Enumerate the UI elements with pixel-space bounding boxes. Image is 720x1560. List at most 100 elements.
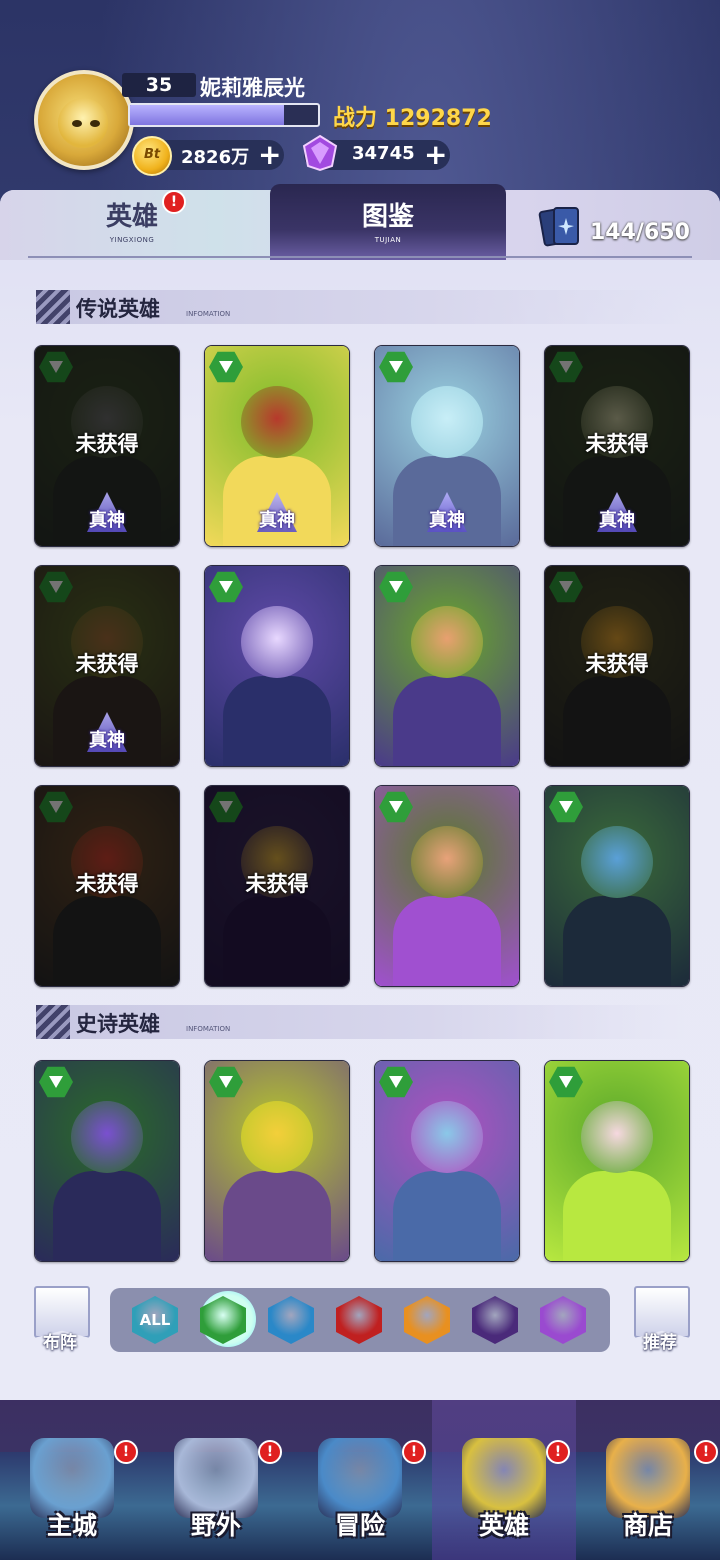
legendary-hero-card[interactable] bbox=[374, 565, 520, 767]
add-gold-button[interactable]: + bbox=[258, 138, 281, 171]
rank-label: 真神 bbox=[599, 510, 635, 531]
hero-body bbox=[563, 1171, 671, 1261]
nav-item-wild[interactable]: 野外! bbox=[144, 1400, 288, 1560]
hero-head bbox=[71, 1101, 143, 1173]
hero-head bbox=[581, 1101, 653, 1173]
gem-icon bbox=[302, 134, 338, 172]
section-epic: 史诗英雄 INFOMATION bbox=[36, 1005, 686, 1039]
gold-coin-icon: Bt bbox=[132, 136, 172, 176]
locked-status-label: 未获得 bbox=[585, 432, 649, 456]
nav-alert-badge: ! bbox=[546, 1440, 570, 1464]
legendary-hero-card[interactable]: 未获得 真神 bbox=[34, 565, 180, 767]
legendary-hero-card[interactable]: 真神 bbox=[204, 345, 350, 547]
tab-collection-sub: TUJIAN bbox=[374, 236, 402, 244]
locked-status-label: 未获得 bbox=[75, 872, 139, 896]
tab-row: 英雄 YINGXIONG ! 图鉴 TUJIAN 144/650 bbox=[0, 184, 720, 260]
combat-power: 战力 1292872 bbox=[333, 106, 492, 131]
hero-body bbox=[393, 1171, 501, 1261]
hero-head bbox=[411, 606, 483, 678]
recommend-label: 推荐 bbox=[643, 1333, 677, 1353]
gold-resource: Bt 2826万 + bbox=[132, 136, 284, 176]
hero-head bbox=[241, 1101, 313, 1173]
hero-body bbox=[223, 1171, 331, 1261]
section-title: 传说英雄 bbox=[76, 297, 160, 321]
tab-collection-label: 图鉴 bbox=[361, 202, 414, 232]
player-level: 35 bbox=[122, 73, 196, 97]
formation-button[interactable]: 布阵 bbox=[32, 1286, 90, 1353]
epic-hero-card[interactable] bbox=[544, 1060, 690, 1262]
dark-element-icon[interactable] bbox=[472, 1296, 518, 1344]
rank-badge: 真神 bbox=[79, 492, 135, 538]
tab-divider bbox=[28, 256, 692, 258]
locked-status-label: 未获得 bbox=[75, 652, 139, 676]
hero-body bbox=[223, 676, 331, 766]
epic-hero-card[interactable] bbox=[374, 1060, 520, 1262]
hero-head bbox=[241, 606, 313, 678]
legendary-hero-card[interactable]: 未获得 bbox=[204, 785, 350, 987]
hero-body bbox=[393, 676, 501, 766]
player-avatar[interactable] bbox=[34, 70, 134, 170]
rank-label: 真神 bbox=[259, 510, 295, 531]
nav-alert-badge: ! bbox=[114, 1440, 138, 1464]
rank-badge: 真神 bbox=[589, 492, 645, 538]
hero-head bbox=[411, 826, 483, 898]
nav-item-main-city[interactable]: 主城! bbox=[0, 1400, 144, 1560]
avatar-face bbox=[58, 98, 108, 148]
gem-amount: 34745 bbox=[352, 143, 415, 164]
nav-label: 冒险 bbox=[334, 1511, 385, 1540]
nav-item-shop[interactable]: 商店! bbox=[576, 1400, 720, 1560]
tab-heroes[interactable]: 英雄 YINGXIONG ! bbox=[40, 190, 224, 260]
card-count: 144/650 bbox=[590, 220, 690, 245]
gold-amount: 2826万 bbox=[181, 147, 250, 168]
claw-element-icon[interactable] bbox=[336, 1296, 382, 1344]
nav-label: 野外 bbox=[190, 1511, 241, 1540]
section-subtitle: INFOMATION bbox=[186, 1025, 231, 1033]
nav-alert-badge: ! bbox=[258, 1440, 282, 1464]
tab-collection[interactable]: 图鉴 TUJIAN bbox=[270, 184, 506, 260]
nav-alert-badge: ! bbox=[402, 1440, 426, 1464]
nav-item-heroes[interactable]: 英雄! bbox=[432, 1400, 576, 1560]
card-deck-icon bbox=[538, 207, 579, 247]
hero-body bbox=[563, 896, 671, 986]
add-gem-button[interactable]: + bbox=[424, 138, 447, 171]
light-element-icon[interactable] bbox=[404, 1296, 450, 1344]
tab-heroes-badge: ! bbox=[162, 190, 186, 214]
hero-body bbox=[53, 1171, 161, 1261]
tab-heroes-sub: YINGXIONG bbox=[109, 236, 155, 244]
legendary-hero-card[interactable] bbox=[544, 785, 690, 987]
legendary-hero-card[interactable] bbox=[204, 565, 350, 767]
hero-head bbox=[581, 826, 653, 898]
legendary-hero-card[interactable]: 未获得 bbox=[544, 565, 690, 767]
epic-hero-card[interactable] bbox=[34, 1060, 180, 1262]
locked-status-label: 未获得 bbox=[75, 432, 139, 456]
recommend-button[interactable]: 推荐 bbox=[632, 1286, 690, 1353]
player-header: 35 妮莉雅辰光 战力 1292872 Bt 2826万 + 34745 + bbox=[0, 0, 720, 190]
collection-panel: 英雄 YINGXIONG ! 图鉴 TUJIAN 144/650 传说英雄 IN… bbox=[0, 184, 720, 1400]
section-title: 史诗英雄 bbox=[76, 1012, 160, 1036]
epic-hero-card[interactable] bbox=[204, 1060, 350, 1262]
legendary-hero-card[interactable]: 未获得 bbox=[34, 785, 180, 987]
nav-item-adventure[interactable]: 冒险! bbox=[288, 1400, 432, 1560]
rank-badge: 真神 bbox=[249, 492, 305, 538]
bottom-navigation: 主城! 野外! 冒险! 英雄! 商店! bbox=[0, 1400, 720, 1560]
legendary-hero-card[interactable]: 未获得 真神 bbox=[544, 345, 690, 547]
all-icon[interactable]: ALL bbox=[132, 1296, 178, 1344]
rank-label: 真神 bbox=[429, 510, 465, 531]
hero-head bbox=[411, 386, 483, 458]
hero-body bbox=[393, 896, 501, 986]
arcane-element-icon[interactable] bbox=[540, 1296, 586, 1344]
locked-status-label: 未获得 bbox=[585, 652, 649, 676]
formation-label: 布阵 bbox=[43, 1333, 77, 1353]
legendary-hero-card[interactable]: 未获得 真神 bbox=[34, 345, 180, 547]
rank-badge: 真神 bbox=[79, 712, 135, 758]
legendary-hero-card[interactable] bbox=[374, 785, 520, 987]
water-element-icon[interactable] bbox=[268, 1296, 314, 1344]
hero-head bbox=[411, 1101, 483, 1173]
rank-label: 真神 bbox=[89, 510, 125, 531]
legendary-hero-card[interactable]: 真神 bbox=[374, 345, 520, 547]
element-filter-bar: ALL bbox=[110, 1288, 610, 1352]
player-name: 妮莉雅辰光 bbox=[200, 76, 305, 100]
gem-resource: 34745 + bbox=[302, 134, 450, 172]
avatar-eye bbox=[72, 120, 82, 127]
section-stripe-icon bbox=[36, 1005, 70, 1039]
